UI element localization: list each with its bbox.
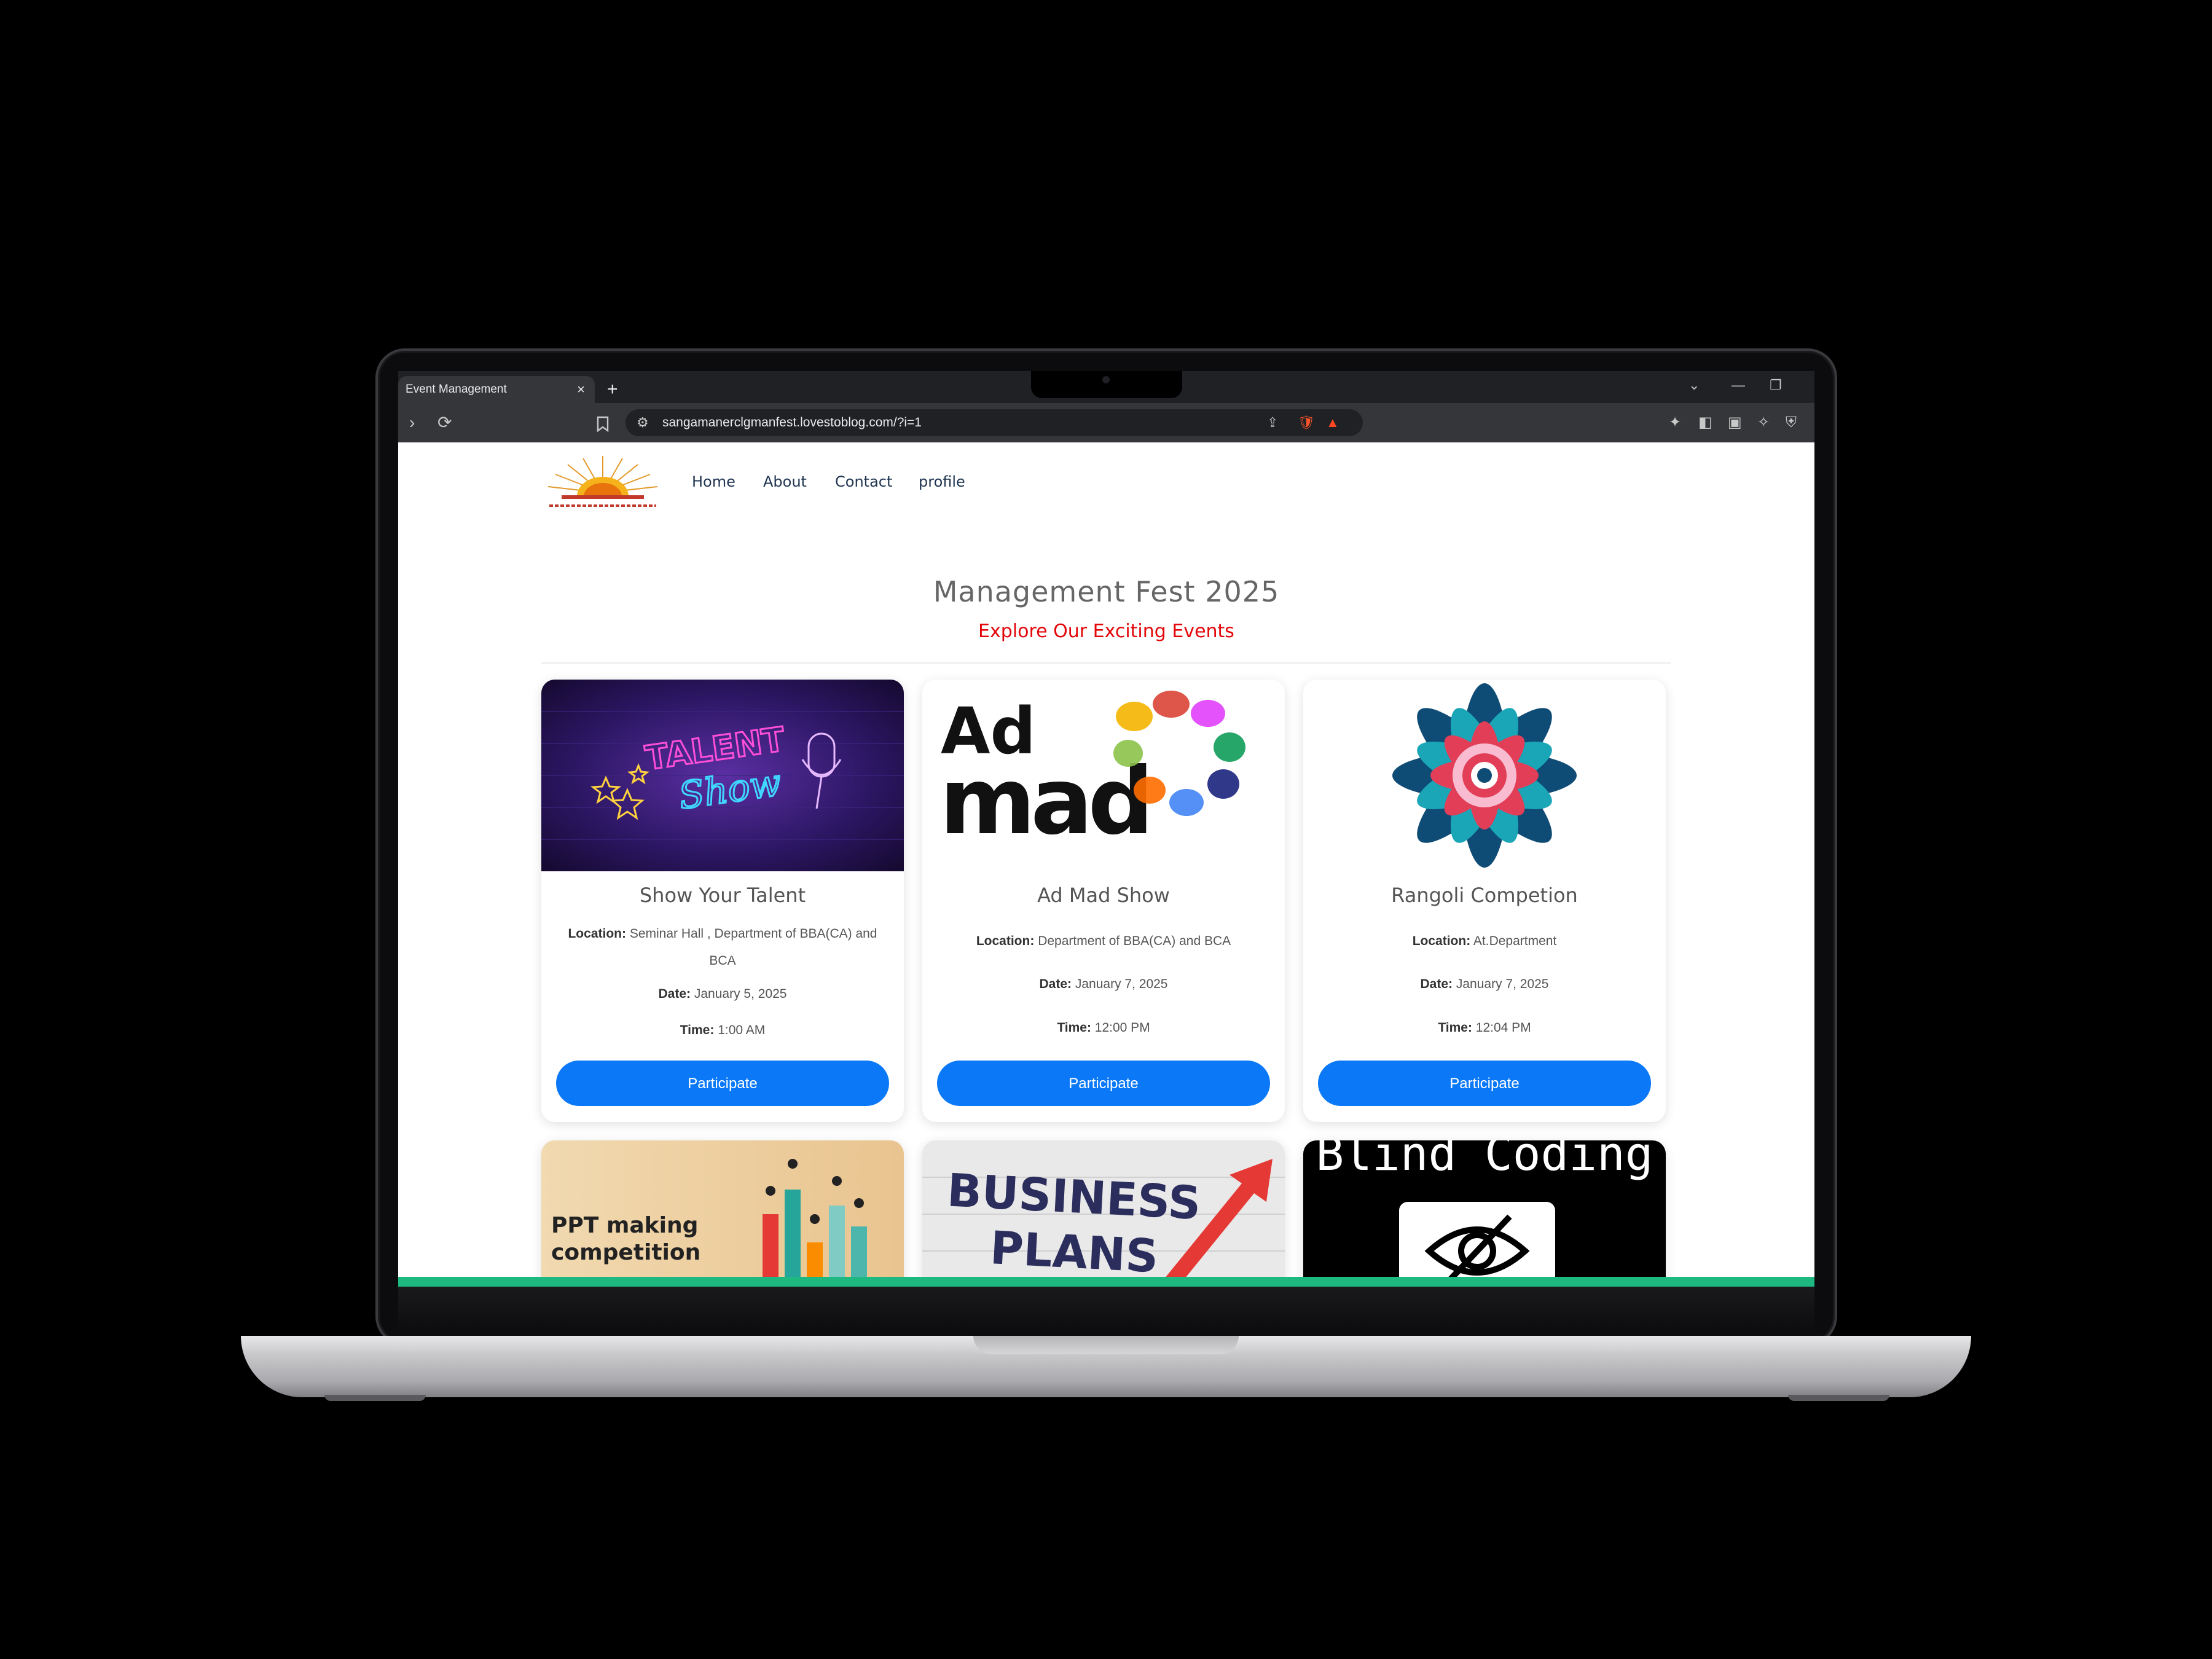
event-title: Show Your Talent xyxy=(639,884,806,907)
site-info-icon[interactable]: ⚙ xyxy=(637,409,649,436)
sidebar-icon[interactable]: ◧ xyxy=(1698,403,1712,442)
participate-button[interactable]: Participate xyxy=(1318,1061,1651,1106)
laptop-foot-right xyxy=(1788,1395,1889,1401)
laptop-foot-left xyxy=(324,1395,426,1401)
ppt-text-line2: competition xyxy=(551,1240,700,1265)
extensions-icon[interactable]: ✦ xyxy=(1669,403,1681,442)
date-value: January 7, 2025 xyxy=(1075,977,1168,991)
event-image-ad-mad: Ad mad xyxy=(922,680,1285,871)
date-value: January 7, 2025 xyxy=(1456,977,1549,991)
laptop-base-notch xyxy=(973,1336,1239,1354)
address-bar[interactable]: ⚙ sangamanerclgmanfest.lovestoblog.com/?… xyxy=(626,409,1363,436)
location-value: Seminar Hall , Department of BBA(CA) and… xyxy=(629,927,877,968)
browser-toolbar: › ⟳ ⚙ sangamanerclgmanfest.lovestoblog.c… xyxy=(398,403,1814,442)
brave-rewards-icon[interactable]: ▲ xyxy=(1326,409,1339,436)
time-label: Time: xyxy=(1438,1021,1472,1035)
event-time: Time: 1:00 AM xyxy=(560,1017,885,1044)
time-label: Time: xyxy=(1057,1021,1091,1035)
wallet-icon[interactable]: ▣ xyxy=(1728,403,1742,442)
divider xyxy=(541,662,1671,664)
event-date: Date: January 5, 2025 xyxy=(560,981,885,1008)
date-label: Date: xyxy=(1420,977,1453,991)
location-value: Department of BBA(CA) and BCA xyxy=(1038,934,1231,948)
participate-button[interactable]: Participate xyxy=(937,1061,1270,1106)
event-card-admad: Ad mad Ad Mad Show Location: Department … xyxy=(922,680,1285,1122)
page-subtitle: Explore Our Exciting Events xyxy=(978,621,1234,642)
event-location: Location: Seminar Hall , Department of B… xyxy=(560,920,885,975)
event-card-business-plan: BUSINESS PLANS xyxy=(922,1140,1285,1287)
tab-close-icon[interactable]: × xyxy=(577,376,585,403)
share-icon[interactable]: ⇪ xyxy=(1267,409,1278,436)
business-text: BUSINESS xyxy=(946,1164,1202,1230)
time-label: Time: xyxy=(680,1023,715,1037)
event-image-blind-coding: Blind Coding xyxy=(1303,1140,1666,1287)
event-location: Location: Department of BBA(CA) and BCA xyxy=(941,928,1266,955)
event-card-rangoli: Rangoli Competion Location: At.Departmen… xyxy=(1303,680,1666,1122)
time-value: 12:00 PM xyxy=(1094,1021,1150,1035)
event-location: Location: At.Department xyxy=(1322,928,1647,955)
brave-shields-icon[interactable]: 🛡 xyxy=(1298,409,1315,436)
event-image-talent-show: TALENT Show xyxy=(541,680,904,871)
new-tab-button[interactable]: + xyxy=(607,376,618,403)
date-label: Date: xyxy=(658,987,691,1001)
mad-text: mad xyxy=(939,748,1149,855)
nav-profile-link[interactable]: profile xyxy=(919,473,965,490)
vpn-icon[interactable]: ⛨ xyxy=(1786,403,1797,442)
location-label: Location: xyxy=(568,927,626,941)
tab-search-chevron-icon[interactable]: ⌄ xyxy=(1688,377,1700,393)
time-value: 12:04 PM xyxy=(1475,1021,1531,1035)
tab-title: Event Management xyxy=(406,383,507,396)
camera-icon xyxy=(1102,376,1110,383)
web-page: Home About Contact profile Management Fe… xyxy=(398,442,1814,1287)
nav-contact-link[interactable]: Contact xyxy=(835,473,892,490)
event-card-blind-coding: Blind Coding xyxy=(1303,1140,1666,1287)
event-image-rangoli xyxy=(1303,680,1666,871)
camera-notch xyxy=(1031,371,1182,398)
bookmark-icon[interactable] xyxy=(596,403,610,442)
date-label: Date: xyxy=(1039,977,1072,991)
event-card-talent: TALENT Show Show Your Talent Location: S… xyxy=(541,680,904,1122)
restore-icon[interactable]: ❐ xyxy=(1770,377,1782,393)
ppt-text-line1: PPT making xyxy=(551,1213,698,1238)
blind-coding-text: Blind Coding xyxy=(1316,1140,1653,1181)
browser-tab[interactable]: Event Management × xyxy=(398,376,595,403)
forward-icon[interactable]: › xyxy=(409,403,415,442)
participate-button[interactable]: Participate xyxy=(556,1061,889,1106)
bottom-bar xyxy=(398,1277,1814,1287)
event-card-ppt: PPT making competition xyxy=(541,1140,904,1287)
event-title: Rangoli Competion xyxy=(1391,884,1578,907)
event-time: Time: 12:04 PM xyxy=(1322,1014,1647,1041)
laptop-hinge xyxy=(398,1287,1814,1336)
nav-home-link[interactable]: Home xyxy=(692,473,735,490)
location-label: Location: xyxy=(976,934,1035,948)
reload-icon[interactable]: ⟳ xyxy=(437,403,452,442)
event-image-business-plans: BUSINESS PLANS xyxy=(922,1140,1285,1287)
college-logo[interactable] xyxy=(543,456,662,515)
time-value: 1:00 AM xyxy=(718,1023,766,1037)
event-date: Date: January 7, 2025 xyxy=(941,971,1266,998)
event-date: Date: January 7, 2025 xyxy=(1322,971,1647,998)
event-time: Time: 12:00 PM xyxy=(941,1014,1266,1041)
location-label: Location: xyxy=(1412,934,1471,948)
page-title: Management Fest 2025 xyxy=(933,575,1280,608)
date-value: January 5, 2025 xyxy=(694,987,787,1001)
plans-text: PLANS xyxy=(989,1222,1159,1283)
address-url: sangamanerclgmanfest.lovestoblog.com/?i=… xyxy=(662,415,922,429)
minimize-icon[interactable]: — xyxy=(1732,377,1745,393)
screen: Event Management × + ⌄ — ❐ › ⟳ ⚙ sangama… xyxy=(398,371,1814,1287)
event-title: Ad Mad Show xyxy=(1037,884,1170,907)
location-value: At.Department xyxy=(1473,934,1557,948)
leo-ai-icon[interactable]: ✧ xyxy=(1757,403,1770,442)
nav-about-link[interactable]: About xyxy=(763,473,807,490)
event-image-ppt: PPT making competition xyxy=(541,1140,904,1287)
